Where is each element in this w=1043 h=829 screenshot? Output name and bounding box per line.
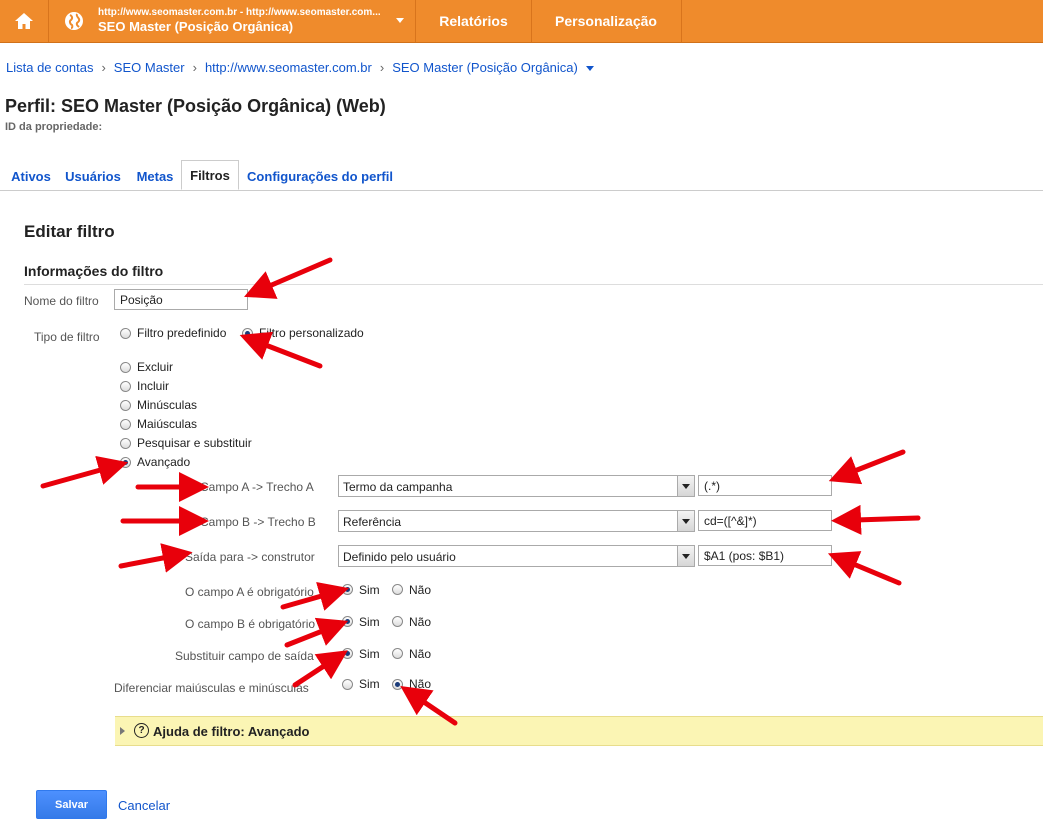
save-button[interactable]: Salvar xyxy=(36,790,107,819)
expand-triangle-icon xyxy=(120,727,125,735)
annotation-arrows xyxy=(40,257,921,726)
field-b-label: Campo B -> Trecho B xyxy=(200,515,316,529)
filter-help-title: Ajuda de filtro: Avançado xyxy=(153,724,310,739)
field-b-select-value: Referência xyxy=(343,515,402,529)
radio-override-output-yes[interactable] xyxy=(342,648,353,659)
include-label: Incluir xyxy=(137,379,170,393)
annotation-arrow xyxy=(827,551,902,586)
search-replace-label: Pesquisar e substituir xyxy=(137,436,252,450)
breadcrumb: Lista de contas › SEO Master › http://www.se… xyxy=(6,60,594,75)
no-label: Não xyxy=(409,647,432,661)
account-selector[interactable]: http://www.seomaster.com.br - http://www… xyxy=(54,0,416,42)
field-a-label: Campo A -> Trecho A xyxy=(200,480,314,494)
breadcrumb-account[interactable]: SEO Master xyxy=(114,60,185,75)
radio-case-sensitive-yes[interactable] xyxy=(342,679,353,690)
tab-goals[interactable]: Metas xyxy=(129,163,181,189)
filter-name-input[interactable] xyxy=(114,289,248,310)
filter-type-label: Tipo de filtro xyxy=(34,330,100,344)
annotation-arrow xyxy=(831,504,921,535)
breadcrumb-profile[interactable]: SEO Master (Posição Orgânica) xyxy=(392,60,578,75)
tab-assets[interactable]: Ativos xyxy=(4,163,58,189)
override-output-label: Substituir campo de saída xyxy=(175,649,314,663)
uppercase-label: Maiúsculas xyxy=(137,417,198,431)
yes-label: Sim xyxy=(359,583,380,597)
case-sensitive-label: Diferenciar maiúsculas e minúsculas xyxy=(114,681,309,695)
edit-filter-heading: Editar filtro xyxy=(24,222,115,241)
output-label: Saída para -> construtor xyxy=(185,550,315,564)
radio-custom-filter[interactable] xyxy=(242,328,253,339)
filter-name-label: Nome do filtro xyxy=(24,294,99,308)
no-label: Não xyxy=(409,677,432,691)
field-a-required-label: O campo A é obrigatório xyxy=(185,585,314,599)
annotation-arrow xyxy=(239,331,323,369)
annotation-arrow xyxy=(244,257,333,299)
field-b-required-label: O campo B é obrigatório xyxy=(185,617,316,631)
field-b-select[interactable]: Referência xyxy=(338,510,695,532)
filter-info-heading: Informações do filtro xyxy=(24,263,164,279)
radio-field-a-required-no[interactable] xyxy=(392,584,403,595)
top-navigation-bar: http://www.seomaster.com.br - http://www… xyxy=(0,0,1043,43)
chevron-down-icon xyxy=(396,18,404,23)
no-label: Não xyxy=(409,615,432,629)
radio-override-output-no[interactable] xyxy=(392,648,403,659)
no-label: Não xyxy=(409,583,432,597)
output-select[interactable]: Definido pelo usuário xyxy=(338,545,695,567)
radio-exclude[interactable] xyxy=(120,362,131,373)
breadcrumb-property[interactable]: http://www.seomaster.com.br xyxy=(205,60,372,75)
field-b-extract-input[interactable] xyxy=(698,510,832,531)
globe-icon xyxy=(65,12,83,30)
yes-label: Sim xyxy=(359,647,380,661)
radio-search-replace[interactable] xyxy=(120,438,131,449)
breadcrumb-separator: › xyxy=(101,60,106,75)
annotation-arrow xyxy=(828,449,906,485)
exclude-label: Excluir xyxy=(137,360,174,374)
field-a-select[interactable]: Termo da campanha xyxy=(338,475,695,497)
nav-reports[interactable]: Relatórios xyxy=(416,0,532,42)
nav-customization[interactable]: Personalização xyxy=(531,0,682,42)
property-id-label: ID da propriedade: xyxy=(5,121,103,133)
account-url: http://www.seomaster.com.br - http://www… xyxy=(98,7,381,18)
tab-users[interactable]: Usuários xyxy=(59,163,127,189)
chevron-down-icon xyxy=(677,476,694,496)
chevron-down-icon[interactable] xyxy=(585,66,594,72)
custom-filter-label: Filtro personalizado xyxy=(259,326,364,340)
output-select-value: Definido pelo usuário xyxy=(343,550,456,564)
radio-uppercase[interactable] xyxy=(120,419,131,430)
breadcrumb-account-list[interactable]: Lista de contas xyxy=(6,60,93,75)
cancel-link[interactable]: Cancelar xyxy=(118,798,170,813)
radio-field-b-required-no[interactable] xyxy=(392,616,403,627)
advanced-label: Avançado xyxy=(137,455,191,469)
radio-predefined-filter[interactable] xyxy=(120,328,131,339)
breadcrumb-separator: › xyxy=(192,60,197,75)
radio-case-sensitive-no[interactable] xyxy=(392,679,403,690)
radio-field-a-required-yes[interactable] xyxy=(342,584,353,595)
section-divider xyxy=(24,284,1043,285)
field-a-extract-input[interactable] xyxy=(698,475,832,496)
chevron-down-icon xyxy=(677,546,694,566)
home-button[interactable] xyxy=(0,0,49,42)
radio-field-b-required-yes[interactable] xyxy=(342,616,353,627)
page-title: Perfil: SEO Master (Posição Orgânica) (W… xyxy=(5,96,386,116)
radio-advanced[interactable] xyxy=(120,457,131,468)
filter-help-bar[interactable]: ? Ajuda de filtro: Avançado xyxy=(115,716,1043,746)
profile-tabs: Ativos Usuários Metas Filtros Configuraç… xyxy=(0,160,1043,191)
predefined-filter-label: Filtro predefinido xyxy=(137,326,227,340)
annotation-arrow xyxy=(284,617,349,648)
radio-include[interactable] xyxy=(120,381,131,392)
lowercase-label: Minúsculas xyxy=(137,398,198,412)
chevron-down-icon xyxy=(677,511,694,531)
annotation-arrow xyxy=(118,543,193,573)
yes-label: Sim xyxy=(359,677,380,691)
breadcrumb-separator: › xyxy=(379,60,385,75)
tab-profile-settings[interactable]: Configurações do perfil xyxy=(240,163,400,189)
output-constructor-input[interactable] xyxy=(698,545,832,566)
field-a-select-value: Termo da campanha xyxy=(343,480,453,494)
annotation-arrow xyxy=(40,455,129,489)
tab-filters[interactable]: Filtros xyxy=(181,160,239,190)
home-icon xyxy=(15,13,33,29)
question-mark-icon: ? xyxy=(134,723,149,738)
yes-label: Sim xyxy=(359,615,380,629)
account-name: SEO Master (Posição Orgânica) xyxy=(98,19,294,34)
radio-lowercase[interactable] xyxy=(120,400,131,411)
